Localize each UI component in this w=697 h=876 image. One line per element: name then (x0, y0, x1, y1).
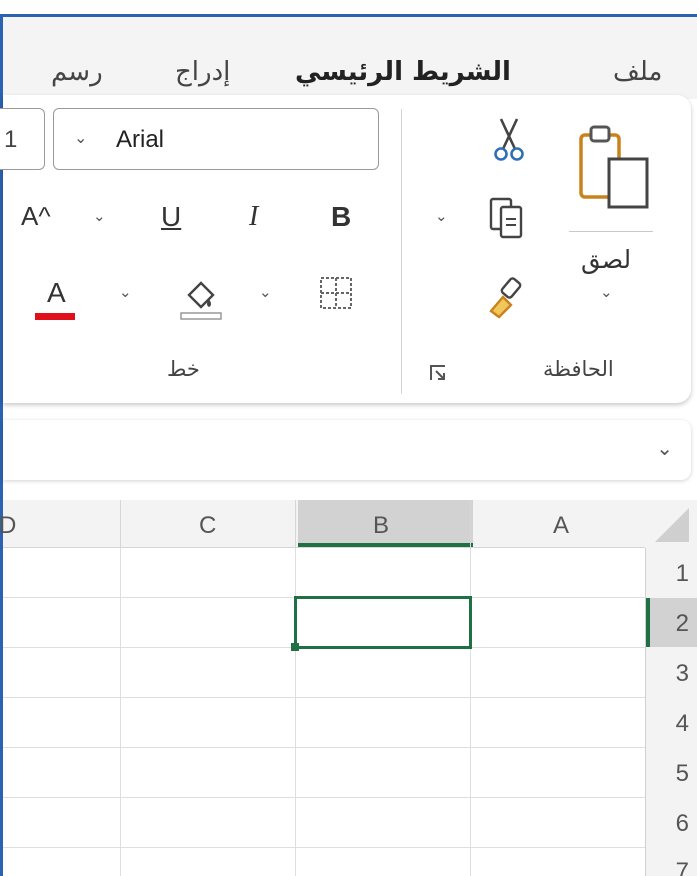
font-name-value: Arial (116, 126, 165, 153)
column-divider (120, 500, 121, 548)
column-header-a[interactable]: A (553, 512, 569, 540)
column-header-row: D C B A (0, 500, 697, 548)
underline-button[interactable]: U (161, 201, 181, 233)
font-size-value: 1 (4, 126, 18, 153)
tab-file[interactable]: ملف (613, 57, 662, 87)
borders-button[interactable] (318, 275, 354, 311)
column-header-d[interactable]: D (0, 512, 16, 540)
font-name-combobox[interactable]: ⌄ Arial (53, 108, 379, 170)
row-header-3[interactable]: 3 (676, 660, 689, 688)
tab-draw[interactable]: رسم (51, 57, 103, 87)
bold-button[interactable]: B (331, 201, 351, 233)
fill-color-button[interactable] (179, 273, 223, 321)
active-cell-b2[interactable] (294, 596, 472, 649)
grid-hline (3, 747, 645, 748)
selected-row-indicator (646, 598, 650, 647)
chevron-down-icon: ⌄ (74, 128, 88, 147)
tab-home[interactable]: الشريط الرئيسي (295, 57, 511, 87)
row-header-column: 1 2 3 4 5 6 7 (645, 548, 697, 876)
ribbon-tabs: ملف الشريط الرئيسي إدراج رسم (3, 17, 697, 101)
cut-button[interactable] (489, 115, 529, 163)
font-color-dropdown-chevron[interactable]: ⌄ (119, 283, 132, 301)
grid-hline (3, 697, 645, 698)
format-painter-button[interactable] (483, 275, 527, 323)
selected-column-indicator (298, 543, 473, 547)
paste-dropdown-chevron[interactable]: ⌄ (600, 283, 613, 301)
select-all-button[interactable] (645, 500, 697, 548)
selected-row-highlight (646, 598, 697, 647)
grow-font-button[interactable]: A^ (21, 201, 51, 232)
italic-button[interactable]: I (249, 201, 258, 233)
font-group-label: خط (167, 357, 200, 381)
row-header-1[interactable]: 1 (676, 560, 689, 588)
formula-bar[interactable]: ⌄ (3, 420, 691, 480)
grid-hline (3, 797, 645, 798)
row-header-4[interactable]: 4 (676, 710, 689, 738)
column-header-c[interactable]: C (199, 512, 216, 540)
paste-icon (579, 125, 649, 209)
copy-icon (489, 197, 523, 239)
format-painter-icon (489, 277, 522, 319)
dialog-launcher-icon (430, 365, 445, 380)
font-color-swatch (35, 313, 75, 320)
font-color-button[interactable]: A (47, 277, 66, 309)
clipboard-dialog-launcher[interactable] (428, 363, 448, 383)
row-header-7[interactable]: 7 (676, 858, 689, 876)
underline-dropdown-chevron[interactable]: ⌄ (93, 207, 106, 225)
copy-dropdown-chevron[interactable]: ⌄ (435, 207, 448, 225)
group-separator (401, 109, 402, 394)
tab-insert[interactable]: إدراج (175, 57, 230, 87)
row-header-2[interactable]: 2 (676, 610, 689, 638)
column-divider (470, 500, 471, 548)
fill-color-dropdown-chevron[interactable]: ⌄ (259, 283, 272, 301)
row-header-6[interactable]: 6 (676, 810, 689, 838)
paste-button[interactable] (573, 123, 655, 238)
font-size-combobox[interactable]: 1 (0, 108, 45, 170)
paste-divider (569, 231, 653, 232)
clipboard-group-label: الحافظة (543, 357, 614, 381)
paste-label[interactable]: لصق (581, 245, 631, 274)
fill-handle[interactable] (291, 643, 299, 651)
expand-formula-bar-icon[interactable]: ⌄ (656, 436, 673, 460)
select-all-triangle (655, 508, 689, 542)
copy-button[interactable] (487, 195, 527, 243)
grid-hline (3, 847, 645, 848)
borders-icon (320, 277, 352, 309)
row-header-5[interactable]: 5 (676, 760, 689, 788)
ribbon-panel: لصق ⌄ ⌄ الحافظة ⌄ Arial 1 B I U ⌄ A^ ⌄ ⌄… (0, 95, 691, 403)
column-divider (295, 500, 296, 548)
column-header-b[interactable]: B (373, 512, 389, 540)
scissors-icon (494, 118, 524, 161)
fill-bucket-icon (180, 281, 222, 320)
